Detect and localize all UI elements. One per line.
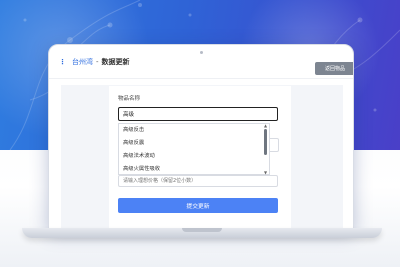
page-title: 数据更新 [101, 57, 130, 66]
laptop-screen: ⋮ 台州湾 - 数据更新 返回物品 物品名称 高级反击 高级反震 高级法术波动 … [48, 44, 354, 230]
scroll-up-icon[interactable]: ▲ [263, 123, 268, 128]
laptop-notch [182, 228, 222, 232]
price-input[interactable] [118, 175, 278, 187]
laptop-base [22, 228, 382, 238]
scrollbar-thumb[interactable] [264, 129, 267, 155]
more-vertical-icon[interactable]: ⋮ [59, 58, 66, 66]
submit-update-button[interactable]: 提交更新 [118, 198, 278, 213]
suggestion-option[interactable]: 高级火属性吸收 [119, 163, 269, 174]
dropdown-scrollbar[interactable]: ▲ ▼ [263, 123, 268, 175]
camera-dot [200, 51, 203, 54]
suggestion-option[interactable]: 高级反击 [119, 124, 269, 137]
breadcrumb-link[interactable]: 台州湾 [72, 57, 93, 67]
item-name-input[interactable] [118, 107, 278, 121]
item-name-label: 物品名称 [118, 96, 141, 102]
suggestion-option[interactable]: 高级法术波动 [119, 150, 269, 163]
suggestion-dropdown[interactable]: 高级反击 高级反震 高级法术波动 高级火属性吸收 [118, 123, 270, 175]
update-form: 物品名称 高级反击 高级反震 高级法术波动 高级火属性吸收 ▲ ▼ 提交更新 [109, 86, 291, 229]
breadcrumb-separator: - [96, 57, 99, 66]
suggestion-option[interactable]: 高级反震 [119, 137, 269, 150]
back-to-items-button[interactable]: 返回物品 [315, 62, 353, 75]
